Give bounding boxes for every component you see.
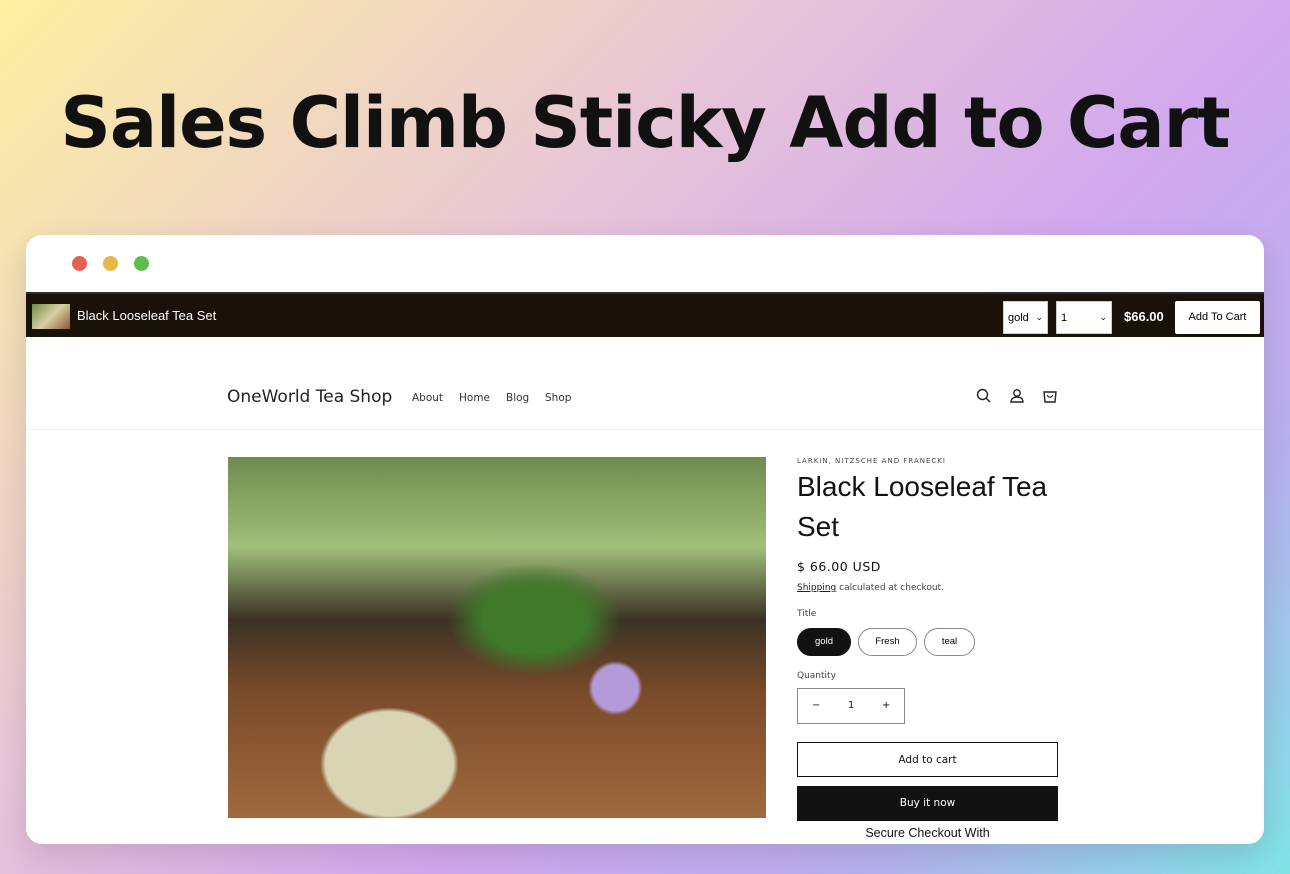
shipping-text: calculated at checkout. [836,583,944,593]
quantity-increase-button[interactable]: + [882,700,890,711]
option-label: Title [797,609,817,619]
product-vendor: LARKIN, NITZSCHE AND FRANECKI [797,457,946,465]
quantity-input[interactable]: 1 [848,700,854,711]
minimize-dot[interactable] [103,256,118,271]
sticky-price: $66.00 [1124,309,1164,324]
shipping-note: Shipping calculated at checkout. [797,583,944,593]
search-icon[interactable] [975,387,993,405]
secure-checkout-text: Secure Checkout With [865,826,990,840]
sticky-product-name: Black Looseleaf Tea Set [77,308,217,323]
nav-blog[interactable]: Blog [506,392,529,404]
chevron-down-icon: ⌄ [1035,312,1043,322]
buy-now-button[interactable]: Buy it now [797,786,1058,821]
quantity-stepper: − 1 + [797,688,905,724]
close-dot[interactable] [72,256,87,271]
quantity-label: Quantity [797,671,836,681]
sticky-add-to-cart-bar: Black Looseleaf Tea Set gold ⌄ 1 ⌄ $66.00 … [26,292,1264,337]
quantity-value: 1 [1061,312,1068,324]
browser-window: Black Looseleaf Tea Set gold ⌄ 1 ⌄ $66.00 … [26,235,1264,844]
product-image[interactable] [228,457,766,818]
quantity-select[interactable]: 1 ⌄ [1056,301,1112,334]
option-fresh[interactable]: Fresh [858,628,917,656]
nav-shop[interactable]: Shop [545,392,571,404]
headline: Sales Climb Sticky Add to Cart [60,82,1230,164]
site-header: OneWorld Tea Shop About Home Blog Shop [26,337,1264,430]
account-icon[interactable] [1008,387,1026,405]
shop-logo[interactable]: OneWorld Tea Shop [227,387,392,407]
maximize-dot[interactable] [134,256,149,271]
chevron-down-icon: ⌄ [1099,312,1107,322]
cart-icon[interactable] [1041,387,1059,405]
add-to-cart-button[interactable]: Add to cart [797,742,1058,777]
variant-value: gold [1008,312,1029,324]
shipping-link[interactable]: Shipping [797,583,836,593]
option-teal[interactable]: teal [924,628,975,656]
option-gold[interactable]: gold [797,628,851,656]
nav-about[interactable]: About [412,392,443,404]
nav-home[interactable]: Home [459,392,490,404]
product-thumbnail [32,304,70,329]
product-price: $ 66.00 USD [797,559,881,574]
product-title: Black Looseleaf Tea Set [797,471,1048,542]
variant-select[interactable]: gold ⌄ [1003,301,1048,334]
quantity-decrease-button[interactable]: − [812,700,820,711]
sticky-add-to-cart-button[interactable]: Add To Cart [1175,301,1260,334]
